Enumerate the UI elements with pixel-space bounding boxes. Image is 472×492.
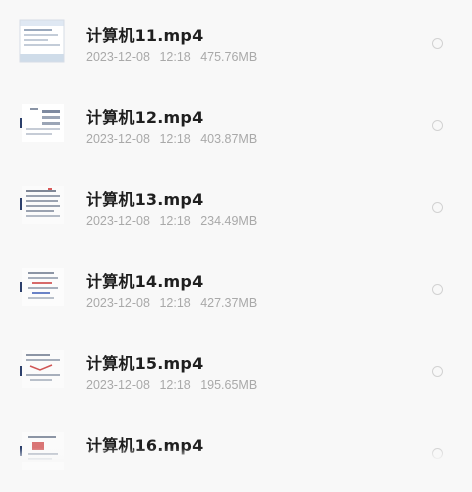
file-date: 2023-12-08	[86, 50, 150, 64]
file-size: 475.76MB	[200, 50, 258, 64]
list-item[interactable]: 计算机14.mp4 2023-12-08 12:18 427.37MB	[0, 246, 472, 328]
file-date: 2023-12-08	[86, 378, 150, 392]
file-name: 计算机12.mp4	[86, 108, 204, 127]
video-thumbnail-icon	[18, 100, 66, 146]
select-radio[interactable]	[432, 120, 443, 131]
select-radio[interactable]	[432, 366, 443, 377]
file-size: 403.87MB	[200, 132, 258, 146]
file-meta: 2023-12-08 12:18 195.65MB	[86, 378, 257, 392]
file-date: 2023-12-08	[86, 214, 150, 228]
video-thumbnail-icon	[18, 18, 66, 64]
list-item[interactable]: 计算机15.mp4 2023-12-08 12:18 195.65MB	[0, 328, 472, 410]
file-size: 427.37MB	[200, 296, 258, 310]
select-radio[interactable]	[432, 448, 443, 459]
select-radio[interactable]	[432, 284, 443, 295]
file-meta: 2023-12-08 12:18 475.76MB	[86, 50, 257, 64]
file-meta: 2023-12-08 12:18 427.37MB	[86, 296, 257, 310]
file-name: 计算机13.mp4	[86, 190, 204, 209]
file-list: 计算机11.mp4 2023-12-08 12:18 475.76MB 计算机1…	[0, 0, 472, 470]
file-name: 计算机14.mp4	[86, 272, 204, 291]
video-thumbnail-icon	[18, 264, 66, 310]
file-meta: 2023-12-08 12:18 234.49MB	[86, 214, 257, 228]
list-item[interactable]: 计算机13.mp4 2023-12-08 12:18 234.49MB	[0, 164, 472, 246]
video-thumbnail-icon	[18, 428, 66, 474]
file-name: 计算机16.mp4	[86, 436, 204, 455]
file-time: 12:18	[159, 50, 191, 64]
list-item[interactable]: 计算机12.mp4 2023-12-08 12:18 403.87MB	[0, 82, 472, 164]
file-size: 195.65MB	[200, 378, 258, 392]
select-radio[interactable]	[432, 38, 443, 49]
video-thumbnail-icon	[18, 182, 66, 228]
file-meta: 2023-12-08 12:18 403.87MB	[86, 132, 257, 146]
file-name: 计算机11.mp4	[86, 26, 204, 45]
file-time: 12:18	[159, 296, 191, 310]
video-thumbnail-icon	[18, 346, 66, 392]
select-radio[interactable]	[432, 202, 443, 213]
file-time: 12:18	[159, 378, 191, 392]
file-date: 2023-12-08	[86, 296, 150, 310]
file-time: 12:18	[159, 132, 191, 146]
file-size: 234.49MB	[200, 214, 258, 228]
file-name: 计算机15.mp4	[86, 354, 204, 373]
file-time: 12:18	[159, 214, 191, 228]
file-date: 2023-12-08	[86, 132, 150, 146]
list-item[interactable]: 计算机11.mp4 2023-12-08 12:18 475.76MB	[0, 0, 472, 82]
file-meta	[86, 460, 98, 474]
list-item[interactable]: 计算机16.mp4	[0, 410, 472, 492]
